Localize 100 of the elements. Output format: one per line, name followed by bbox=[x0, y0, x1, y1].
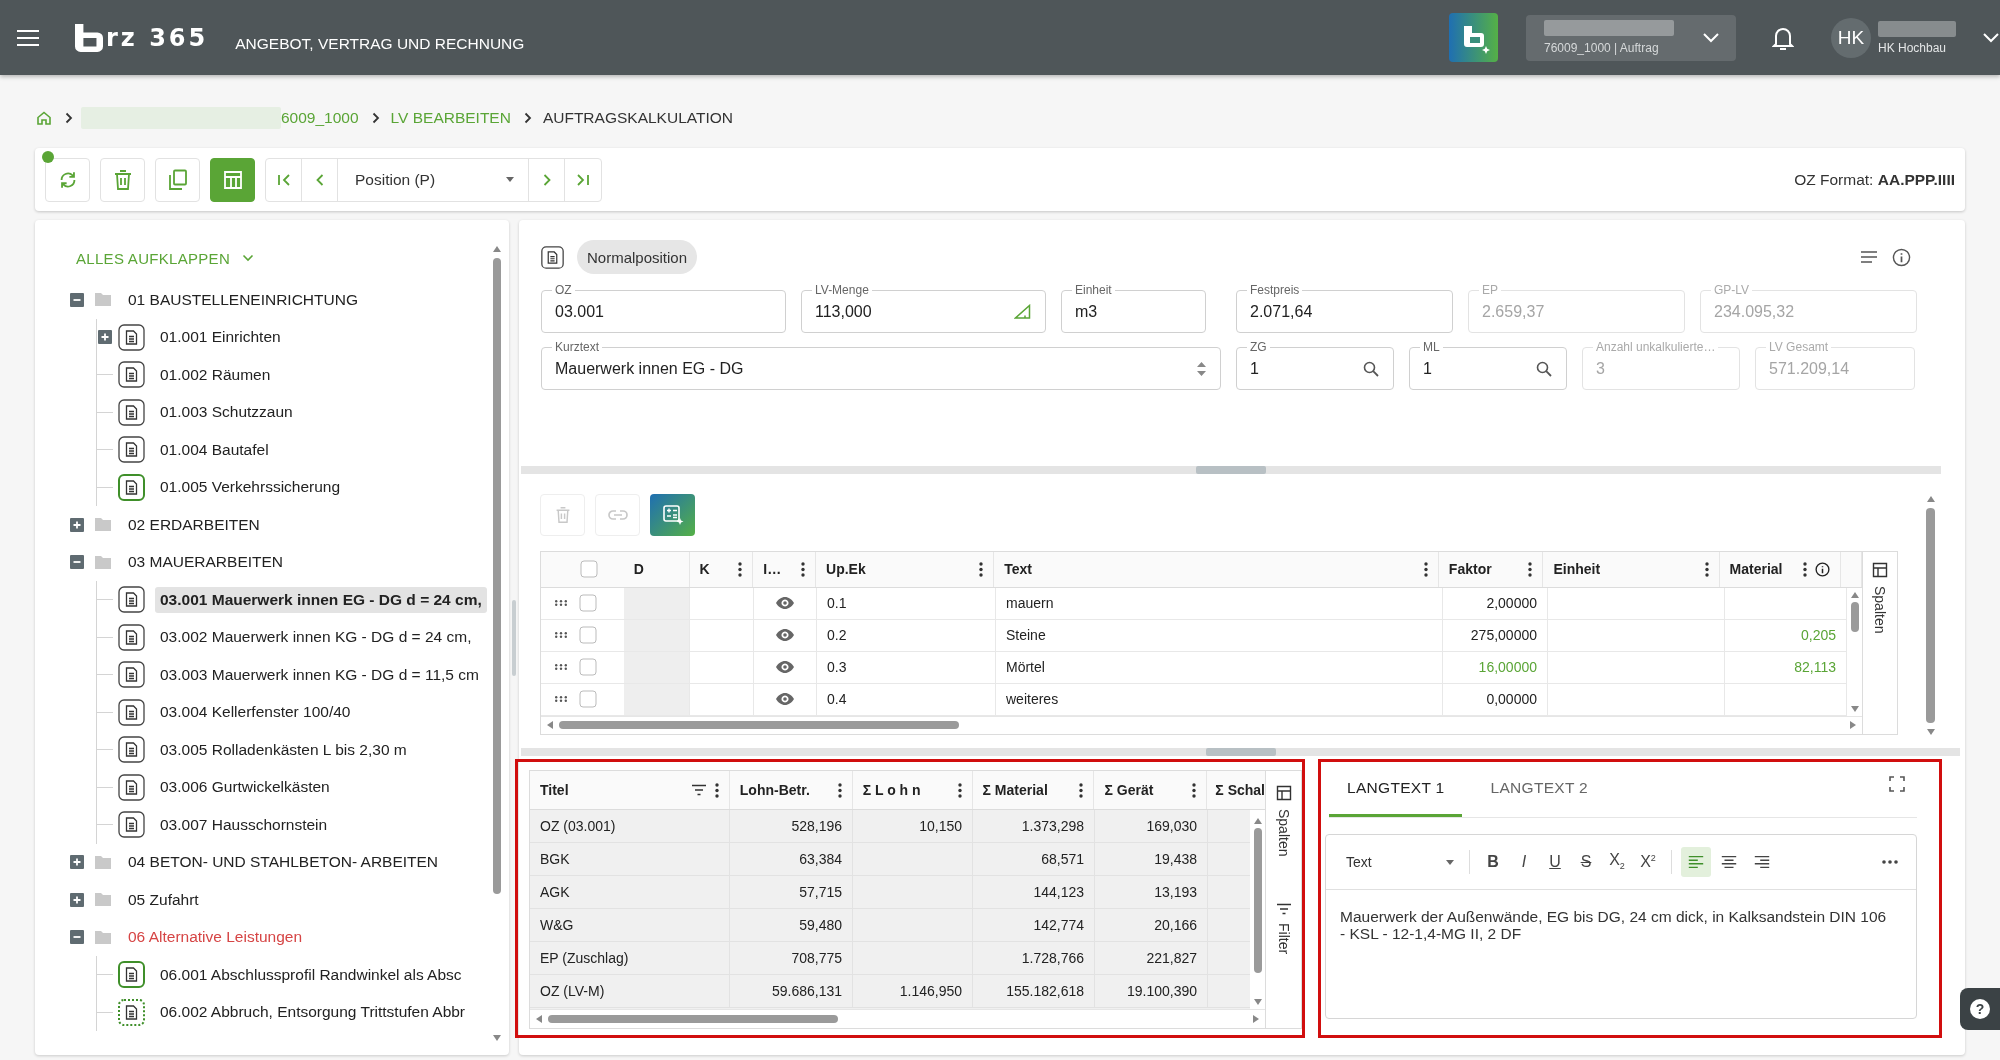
resize-handle[interactable] bbox=[1205, 748, 1276, 756]
column-header[interactable]: Material bbox=[1729, 561, 1795, 578]
filter-icon[interactable] bbox=[690, 784, 707, 796]
tree-group-label[interactable]: 04 BETON- UND STAHLBETON- ARBEITEN bbox=[128, 851, 439, 874]
tree-group-label[interactable]: 05 Zufahrt bbox=[128, 888, 199, 911]
tree-item-label[interactable]: 01.002 Räumen bbox=[155, 361, 276, 388]
fullscreen-icon[interactable] bbox=[1889, 775, 1905, 792]
kebab-menu-icon[interactable] bbox=[1528, 561, 1533, 577]
arrow-left-icon[interactable] bbox=[536, 1015, 542, 1023]
arrow-down-icon[interactable] bbox=[492, 1035, 501, 1041]
column-header[interactable]: Σ Material bbox=[982, 782, 1072, 798]
chevron-down-icon[interactable] bbox=[1982, 31, 2000, 44]
scrollbar-thumb[interactable] bbox=[1850, 601, 1859, 632]
kebab-menu-icon[interactable] bbox=[1704, 561, 1709, 577]
scrollbar-thumb[interactable] bbox=[559, 721, 959, 730]
arrow-down-icon[interactable] bbox=[1253, 999, 1262, 1005]
tree-item-label[interactable]: 01.003 Schutzzaun bbox=[155, 399, 298, 426]
info-icon[interactable] bbox=[1815, 561, 1830, 577]
drag-handle-icon[interactable] bbox=[555, 600, 567, 607]
collapse-icon[interactable] bbox=[70, 555, 84, 570]
arrow-left-icon[interactable] bbox=[547, 721, 553, 730]
kebab-menu-icon[interactable] bbox=[714, 782, 719, 798]
copy-button[interactable] bbox=[155, 157, 200, 202]
checkbox[interactable] bbox=[579, 626, 597, 645]
tree-item-label[interactable]: 01.004 Bautafel bbox=[155, 436, 274, 463]
eye-icon[interactable] bbox=[776, 597, 794, 610]
column-header[interactable]: Einheit bbox=[1553, 561, 1697, 578]
tree-group-label[interactable]: 03 MAUERARBEITEN bbox=[128, 551, 284, 574]
tree-item-label[interactable]: 03.003 Mauerwerk innen KG - DG d = 11,5 cm bbox=[155, 661, 484, 688]
home-icon[interactable] bbox=[36, 110, 52, 126]
refresh-button[interactable] bbox=[45, 157, 90, 202]
tree-item-label[interactable]: 03.006 Gurtwickelkästen bbox=[155, 774, 335, 801]
column-header[interactable]: Text bbox=[1004, 561, 1416, 578]
menu-button[interactable] bbox=[17, 29, 39, 46]
expand-icon[interactable] bbox=[70, 517, 84, 532]
kebab-menu-icon[interactable] bbox=[1192, 782, 1197, 798]
column-header[interactable]: Up.Ek bbox=[826, 561, 972, 578]
help-button[interactable]: ? bbox=[1960, 988, 2000, 1030]
kebab-menu-icon[interactable] bbox=[738, 561, 743, 577]
position-type-select[interactable]: Position (P) bbox=[338, 158, 529, 201]
column-header[interactable]: Σ Gerät bbox=[1104, 782, 1185, 798]
drag-handle-icon[interactable] bbox=[555, 632, 567, 639]
eye-icon[interactable] bbox=[776, 629, 794, 642]
column-header[interactable]: I… bbox=[763, 561, 794, 578]
kebab-menu-icon[interactable] bbox=[837, 782, 842, 798]
eye-icon[interactable] bbox=[776, 661, 794, 674]
column-header[interactable]: Lohn-Betr. bbox=[739, 782, 830, 798]
info-icon[interactable] bbox=[1892, 247, 1911, 267]
checkbox[interactable] bbox=[579, 658, 597, 677]
column-header[interactable]: Σ L o h n bbox=[862, 782, 950, 798]
column-header[interactable]: K bbox=[699, 561, 731, 578]
tree-item-label[interactable]: 01.005 Verkehrssicherung bbox=[155, 474, 346, 501]
arrow-down-icon[interactable] bbox=[1850, 705, 1859, 712]
kebab-menu-icon[interactable] bbox=[801, 561, 806, 577]
app-tile-icon[interactable] bbox=[1449, 13, 1498, 62]
column-header[interactable]: Titel bbox=[540, 782, 683, 798]
triangle-icon[interactable] bbox=[1014, 304, 1031, 319]
subscript-button[interactable]: X$_{2}$ bbox=[1603, 847, 1631, 877]
expand-icon[interactable] bbox=[70, 892, 84, 907]
text-area[interactable]: Mauerwerk der Außenwände, EG bis DG, 24 cm dick, in Kalksandstein DIN 106 - KSL - 12-1,4-MG II, 2 DF bbox=[1326, 890, 1916, 1018]
kebab-menu-icon[interactable] bbox=[979, 561, 984, 577]
column-header[interactable]: D bbox=[633, 561, 679, 578]
scrollbar-thumb[interactable] bbox=[492, 258, 501, 894]
kebab-menu-icon[interactable] bbox=[957, 782, 962, 798]
tree-group-label[interactable]: 01 BAUSTELLENEINRICHTUNG bbox=[128, 288, 358, 311]
underline-button[interactable]: U bbox=[1541, 847, 1569, 877]
column-header[interactable]: Σ Schal bbox=[1215, 782, 1265, 798]
arrow-down-icon[interactable] bbox=[1926, 729, 1935, 735]
checkbox[interactable] bbox=[579, 690, 597, 709]
eye-icon[interactable] bbox=[776, 693, 794, 706]
tab[interactable]: LANGTEXT 1 bbox=[1329, 762, 1463, 817]
search-icon[interactable] bbox=[1536, 360, 1552, 377]
table-view-button[interactable] bbox=[210, 157, 255, 202]
tree-item-label[interactable]: 03.001 Mauerwerk innen EG - DG d = 24 cm, bbox=[155, 586, 487, 613]
collapse-icon[interactable] bbox=[70, 292, 84, 307]
drag-handle-icon[interactable] bbox=[555, 664, 567, 671]
expand-icon[interactable] bbox=[98, 330, 112, 345]
superscript-button[interactable]: X$^{2}$ bbox=[1634, 847, 1662, 877]
notes-icon[interactable] bbox=[1860, 250, 1878, 264]
italic-button[interactable]: I bbox=[1510, 847, 1538, 877]
delete-button[interactable] bbox=[100, 157, 145, 202]
tree-item-label[interactable]: 03.002 Mauerwerk innen KG - DG d = 24 cm, bbox=[155, 624, 477, 651]
side-tab[interactable]: Spalten bbox=[1862, 552, 1897, 734]
arrow-up-icon[interactable] bbox=[1850, 591, 1859, 598]
search-icon[interactable] bbox=[1363, 360, 1379, 377]
kebab-menu-icon[interactable] bbox=[1803, 561, 1807, 577]
tree-item-label[interactable]: 01.001 Einrichten bbox=[155, 324, 286, 351]
tree-item-label[interactable]: 03.004 Kellerfenster 100/40 bbox=[155, 699, 356, 726]
checkbox[interactable] bbox=[579, 560, 598, 579]
arrow-right-icon[interactable] bbox=[1253, 1015, 1259, 1023]
tab[interactable]: LANGTEXT 2 bbox=[1472, 762, 1606, 817]
paragraph-style-select[interactable]: Text bbox=[1340, 854, 1460, 870]
kebab-menu-icon[interactable] bbox=[1079, 782, 1084, 798]
tree-item-label[interactable]: 03.005 Rolladenkästen L bis 2,30 m bbox=[155, 736, 412, 763]
scrollbar-thumb[interactable] bbox=[548, 1015, 838, 1023]
arrow-up-icon[interactable] bbox=[1253, 818, 1262, 824]
tree-group-label[interactable]: 02 ERDARBEITEN bbox=[128, 513, 260, 536]
user-avatar[interactable]: HK bbox=[1831, 17, 1871, 58]
side-tab[interactable]: Filter bbox=[1266, 889, 1301, 1007]
scrollbar-thumb[interactable] bbox=[1926, 508, 1935, 723]
